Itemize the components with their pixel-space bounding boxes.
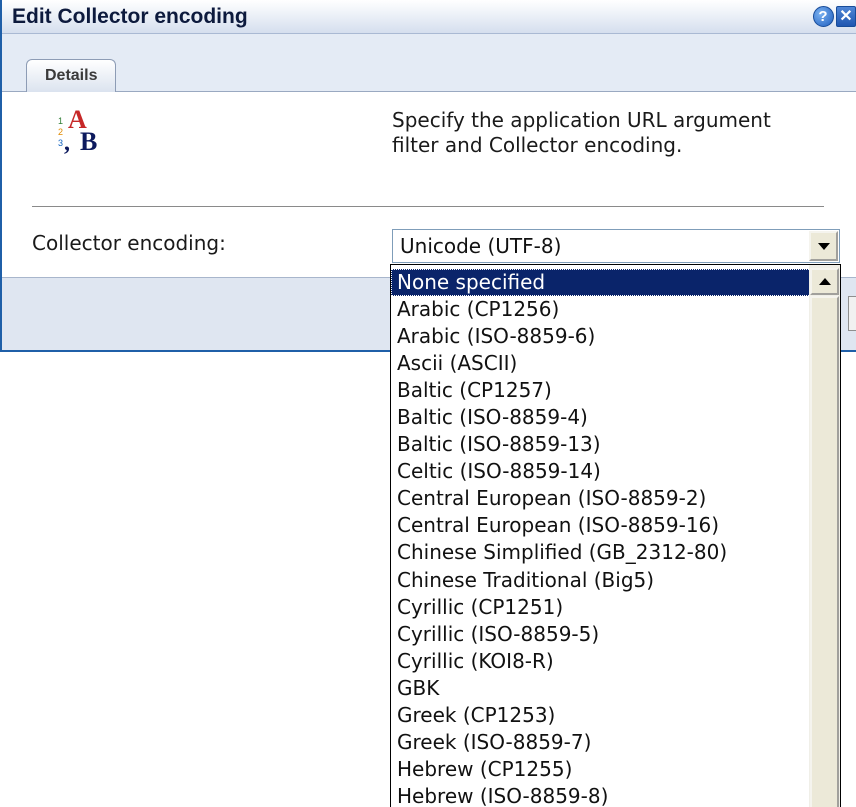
encoding-option[interactable]: Baltic (ISO-8859-4)	[391, 404, 811, 431]
section-divider	[32, 206, 824, 208]
encoding-dropdown-list[interactable]: None specified Arabic (CP1256) Arabic (ISO…	[390, 264, 841, 807]
help-button[interactable]: ?	[812, 5, 834, 27]
encoding-option[interactable]: Chinese Traditional (Big5)	[391, 567, 811, 594]
svg-text:1: 1	[58, 116, 63, 126]
encoding-option[interactable]: Baltic (ISO-8859-13)	[391, 431, 811, 458]
tab-strip: Details	[2, 34, 856, 92]
chevron-down-icon	[817, 242, 830, 250]
encoding-option[interactable]: Ascii (ASCII)	[391, 350, 811, 377]
encoding-option[interactable]: Central European (ISO-8859-2)	[391, 485, 811, 512]
scroll-up-button[interactable]	[810, 268, 839, 295]
encoding-option[interactable]: None specified	[391, 269, 811, 297]
ab-text-encoding-icon: 1 2 3 A , B	[58, 105, 97, 154]
footer-button-partial[interactable]	[848, 296, 856, 331]
dropdown-scrollbar[interactable]	[809, 265, 840, 807]
svg-text:2: 2	[58, 127, 63, 137]
encoding-option[interactable]: Cyrillic (ISO-8859-5)	[391, 621, 811, 648]
dialog-titlebar[interactable]: Edit Collector encoding ? ✕	[2, 0, 856, 34]
svg-text:3: 3	[58, 138, 63, 148]
dialog-description: Specify the application URL argument fil…	[392, 108, 771, 157]
encoding-option[interactable]: Arabic (ISO-8859-6)	[391, 323, 811, 350]
encoding-option[interactable]: Hebrew (CP1255)	[391, 756, 811, 783]
encoding-option[interactable]: Celtic (ISO-8859-14)	[391, 458, 811, 485]
dialog-title: Edit Collector encoding	[12, 5, 248, 28]
encoding-option[interactable]: Central European (ISO-8859-16)	[391, 512, 811, 539]
encoding-option[interactable]: GBK	[391, 675, 811, 702]
dropdown-toggle-button[interactable]	[809, 231, 838, 261]
encoding-option[interactable]: Greek (CP1253)	[391, 702, 811, 729]
tab-details[interactable]: Details	[26, 59, 117, 92]
encoding-option[interactable]: Baltic (CP1257)	[391, 377, 811, 404]
svg-text:B: B	[80, 127, 97, 154]
encoding-option[interactable]: Arabic (CP1256)	[391, 296, 811, 323]
encoding-option[interactable]: Cyrillic (CP1251)	[391, 594, 811, 621]
collector-encoding-select[interactable]: Unicode (UTF-8)	[392, 229, 840, 263]
encoding-option[interactable]: Hebrew (ISO-8859-8)	[391, 783, 811, 807]
encoding-option[interactable]: Chinese Simplified (GB_2312-80)	[391, 539, 811, 566]
svg-text:,: ,	[64, 130, 70, 154]
scroll-thumb[interactable]	[810, 296, 839, 807]
close-icon: ✕	[836, 5, 856, 27]
help-icon: ?	[812, 5, 834, 27]
selected-encoding-value: Unicode (UTF-8)	[400, 234, 562, 258]
encoding-options: None specified Arabic (CP1256) Arabic (ISO…	[391, 269, 811, 807]
close-button[interactable]: ✕	[836, 5, 856, 27]
collector-encoding-label: Collector encoding:	[32, 231, 226, 255]
encoding-option[interactable]: Cyrillic (KOI8-R)	[391, 648, 811, 675]
scroll-up-arrow-icon	[818, 278, 831, 285]
encoding-option[interactable]: Greek (ISO-8859-7)	[391, 729, 811, 756]
